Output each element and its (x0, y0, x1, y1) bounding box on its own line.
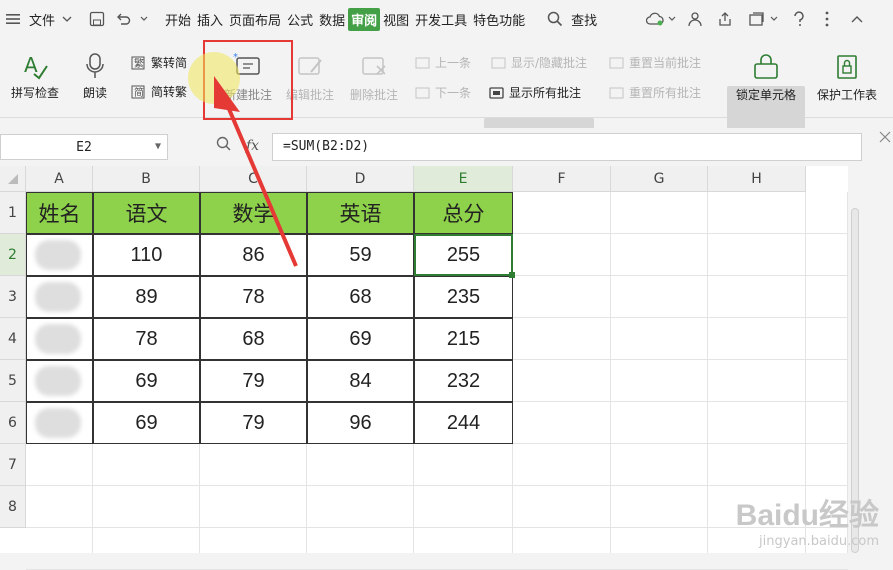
side-panel-icon[interactable] (878, 130, 892, 144)
annotation-arrow (214, 76, 298, 267)
watermark: Baidu经验 jingyan.baidu.com (735, 499, 879, 549)
